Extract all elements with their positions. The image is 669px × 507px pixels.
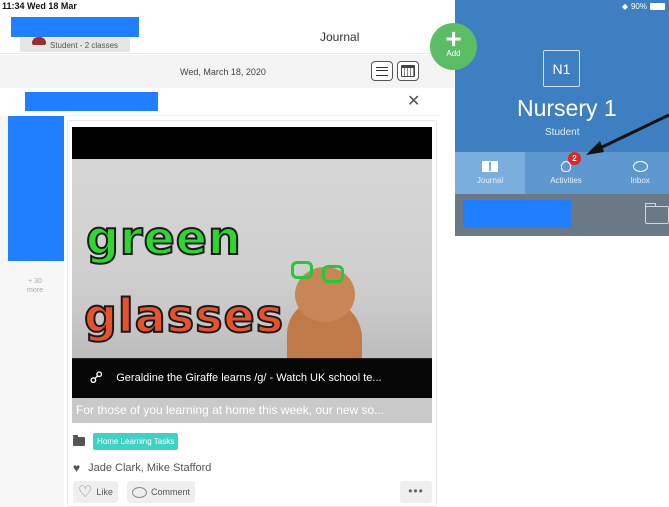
screen: 11:34 Wed 18 Mar Student - 2 classes Jou… — [0, 0, 669, 507]
more-label: more — [27, 287, 43, 294]
post-more-button[interactable]: ••• — [400, 481, 432, 503]
tab-activities[interactable]: Activities — [531, 152, 601, 194]
list-view-button[interactable] — [371, 61, 393, 81]
like-label: Like — [96, 487, 113, 497]
more-students-link[interactable]: + 30 more — [22, 277, 48, 295]
folder-tag[interactable]: Home Learning Tasks — [93, 433, 179, 450]
class-chip-label: Student - 2 classes — [50, 40, 119, 50]
activities-badge: 2 — [568, 152, 581, 165]
more-count: + 30 — [28, 278, 42, 285]
redacted-user-name — [11, 17, 139, 37]
liked-by-names: Jade Clark, Mike Stafford — [88, 462, 212, 474]
calendar-view-button[interactable] — [397, 61, 419, 81]
tab-activities-label: Activities — [550, 176, 582, 185]
list-icon — [376, 66, 388, 76]
post-folder-row: Home Learning Tasks — [73, 433, 179, 450]
comment-button[interactable]: Comment — [127, 481, 196, 503]
wifi-icon: ◆ — [621, 2, 628, 11]
link-icon: ⚯ — [85, 365, 109, 390]
comment-label: Comment — [151, 487, 191, 497]
redacted-sub-item — [463, 200, 571, 228]
add-post-button[interactable]: + Add — [430, 23, 477, 70]
chat-icon — [632, 161, 648, 172]
school-logo-icon — [32, 37, 46, 45]
video-word-glasses: glasses — [83, 288, 285, 344]
class-name: Nursery 1 — [517, 95, 617, 121]
clear-filter-button[interactable]: ✕ — [407, 91, 420, 111]
tab-journal-label: Journal — [476, 176, 504, 185]
folder-icon — [73, 435, 85, 446]
like-button[interactable]: ♡ Like — [73, 481, 118, 503]
add-label: Add — [446, 49, 461, 58]
status-indicators: ◆ 90% — [622, 2, 665, 11]
class-avatar: N1 — [543, 50, 580, 87]
redacted-student-list — [8, 116, 64, 261]
video-scene: green glasses — [72, 159, 432, 394]
tab-inbox[interactable]: Inbox — [605, 152, 669, 194]
book-icon — [482, 161, 498, 172]
class-switcher[interactable]: Student - 2 classes — [20, 37, 130, 52]
journal-date[interactable]: Wed, March 18, 2020 — [180, 67, 266, 77]
video-word-green: green — [85, 210, 242, 266]
heart-icon: ♥ — [73, 461, 81, 475]
post-caption[interactable]: For those of you learning at home this w… — [72, 398, 432, 423]
heart-outline-icon: ♡ — [78, 484, 93, 501]
comment-bubble-icon — [132, 486, 147, 498]
video-link-bar[interactable]: ⚯ Geraldine the Giraffe learns /g/ - Wat… — [72, 358, 432, 398]
battery-icon — [650, 3, 665, 10]
tab-journal[interactable]: Journal — [455, 152, 525, 194]
calendar-icon — [401, 65, 415, 77]
redacted-filter-name — [25, 92, 158, 111]
folder-outline-icon[interactable] — [645, 203, 669, 224]
page-title: Journal — [320, 30, 360, 44]
status-time: 11:34 Wed 18 Mar — [2, 1, 77, 11]
tab-inbox-label: Inbox — [630, 176, 650, 185]
class-role: Student — [545, 127, 580, 138]
battery-percent: 90% — [630, 2, 647, 11]
likes-row: ♥ Jade Clark, Mike Stafford — [73, 461, 211, 475]
video-link-title: Geraldine the Giraffe learns /g/ - Watch… — [116, 372, 382, 384]
